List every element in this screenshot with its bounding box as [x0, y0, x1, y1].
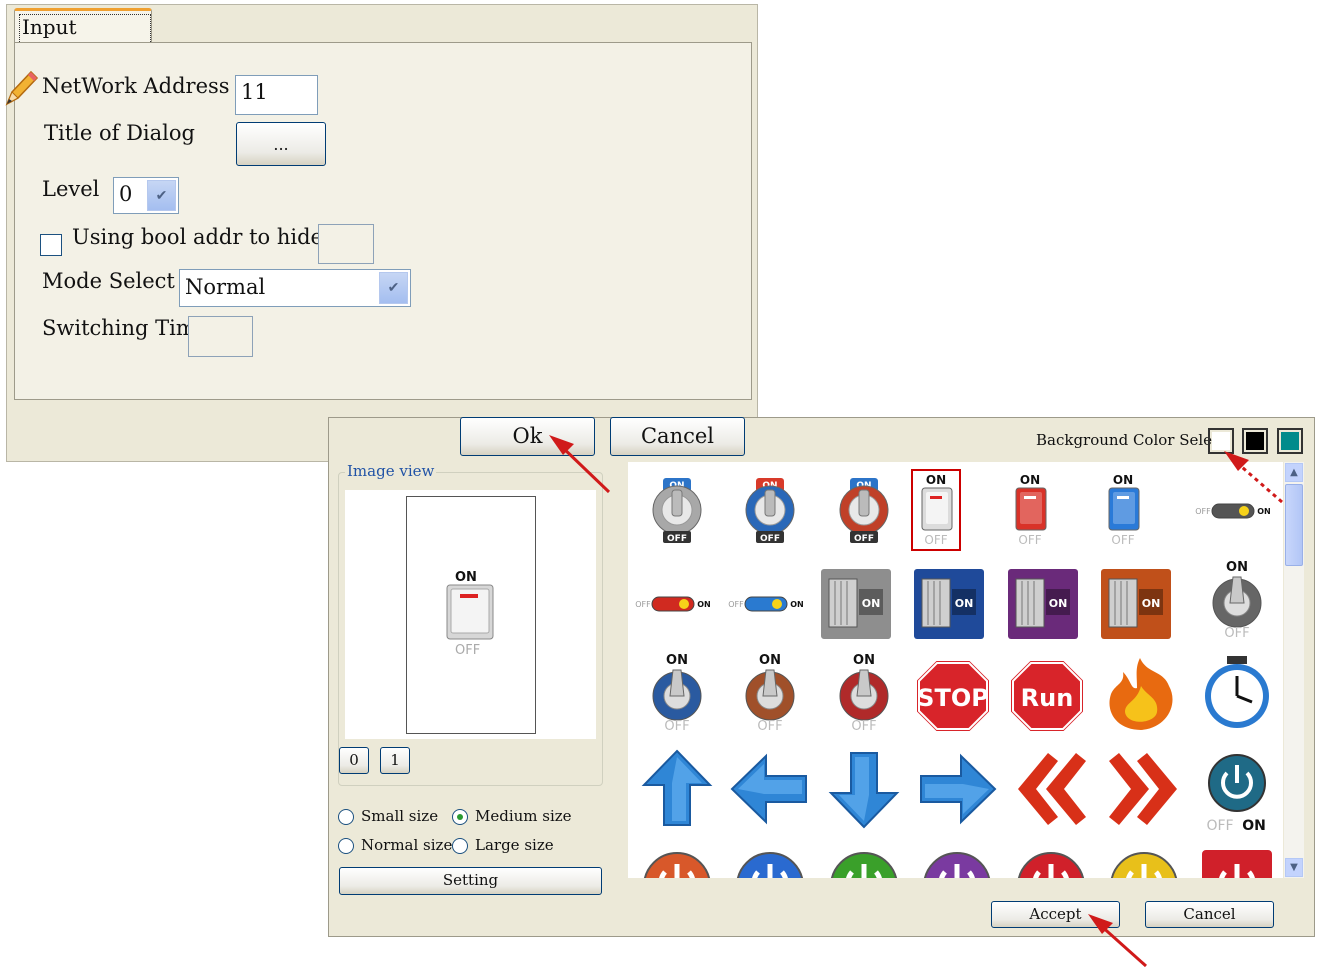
bg-color-pointer-arrow-icon [1224, 451, 1283, 504]
annotation-arrows [549, 435, 1283, 968]
accept-pointer-arrow-icon [1088, 914, 1147, 968]
ok-pointer-arrow-icon [549, 435, 611, 494]
